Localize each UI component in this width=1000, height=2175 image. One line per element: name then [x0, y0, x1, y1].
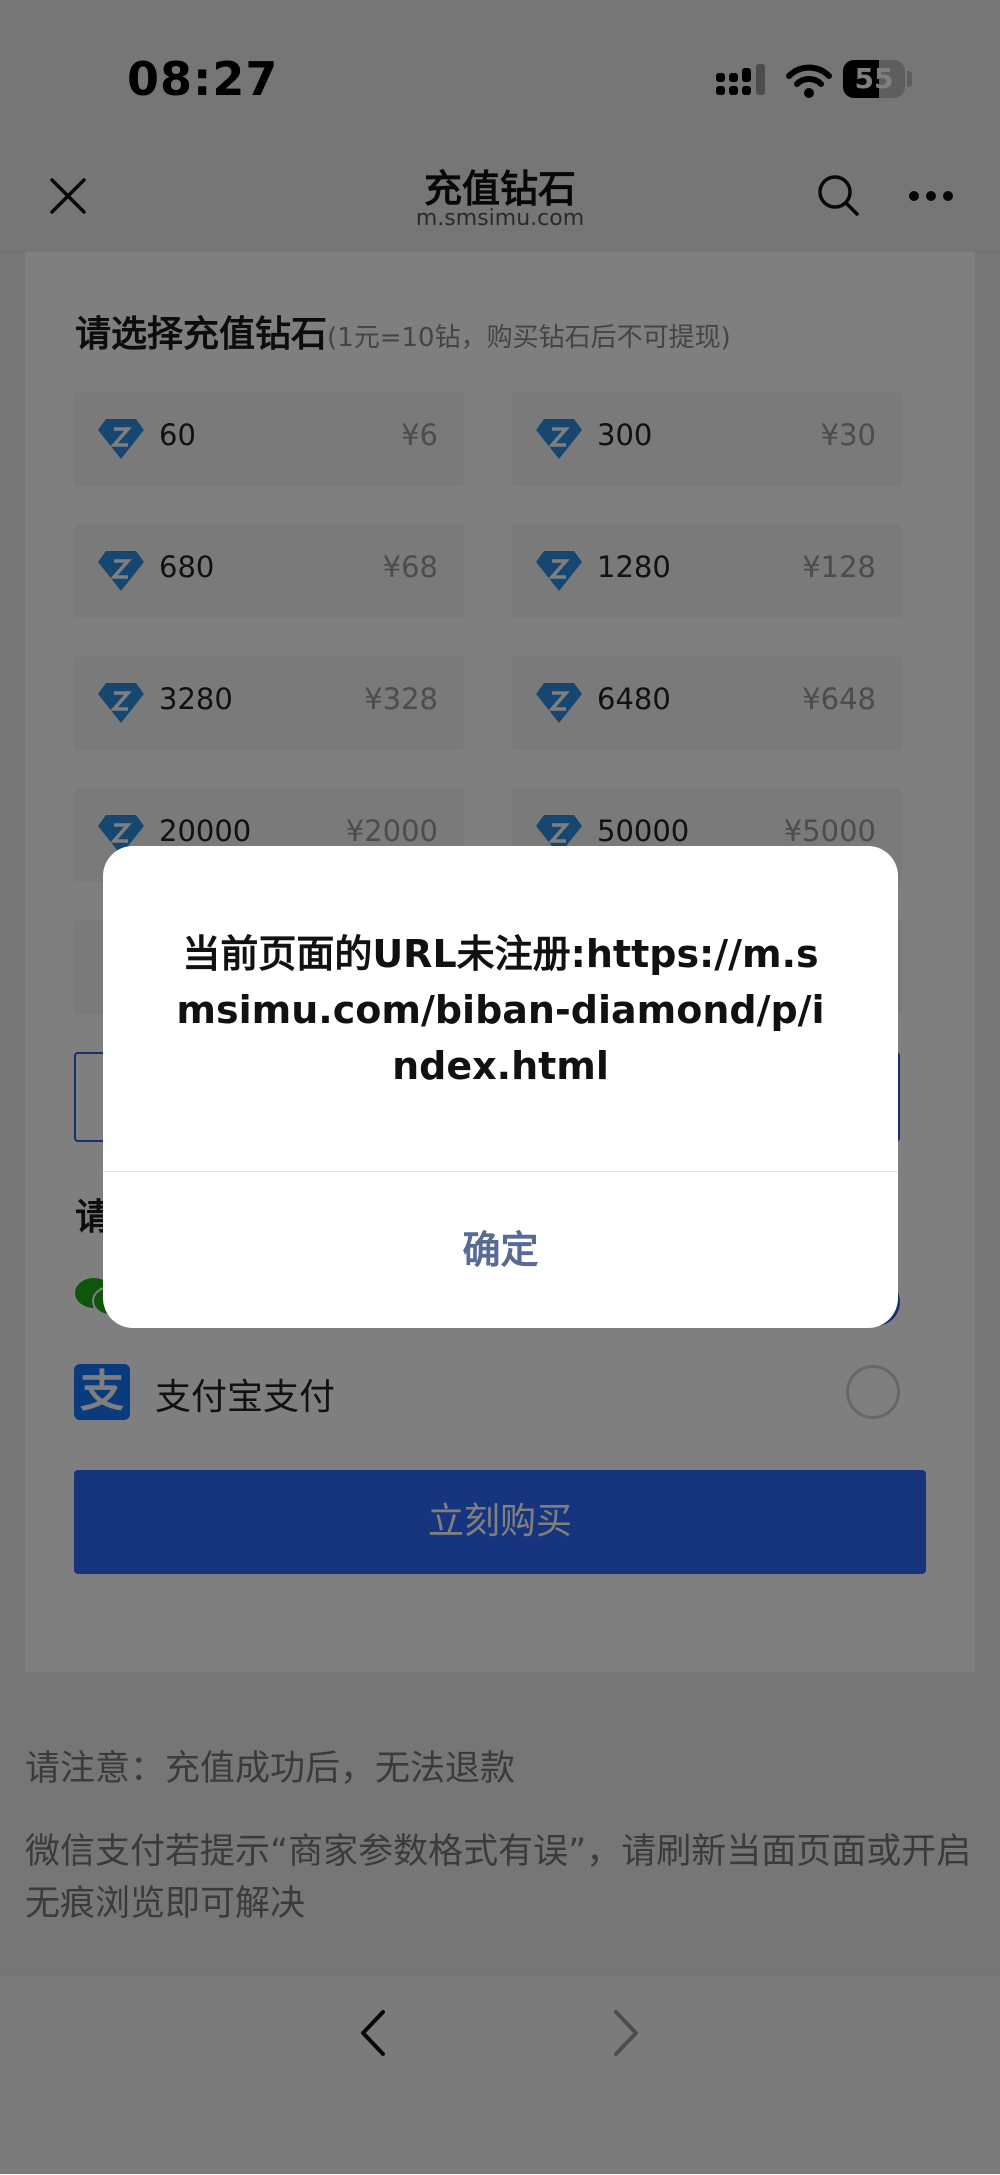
dialog-confirm-button[interactable]: 确定	[103, 1172, 898, 1328]
alert-dialog: 当前页面的URL未注册:https://m.smsimu.com/biban-d…	[103, 846, 898, 1328]
dialog-message: 当前页面的URL未注册:https://m.smsimu.com/biban-d…	[176, 932, 825, 1088]
